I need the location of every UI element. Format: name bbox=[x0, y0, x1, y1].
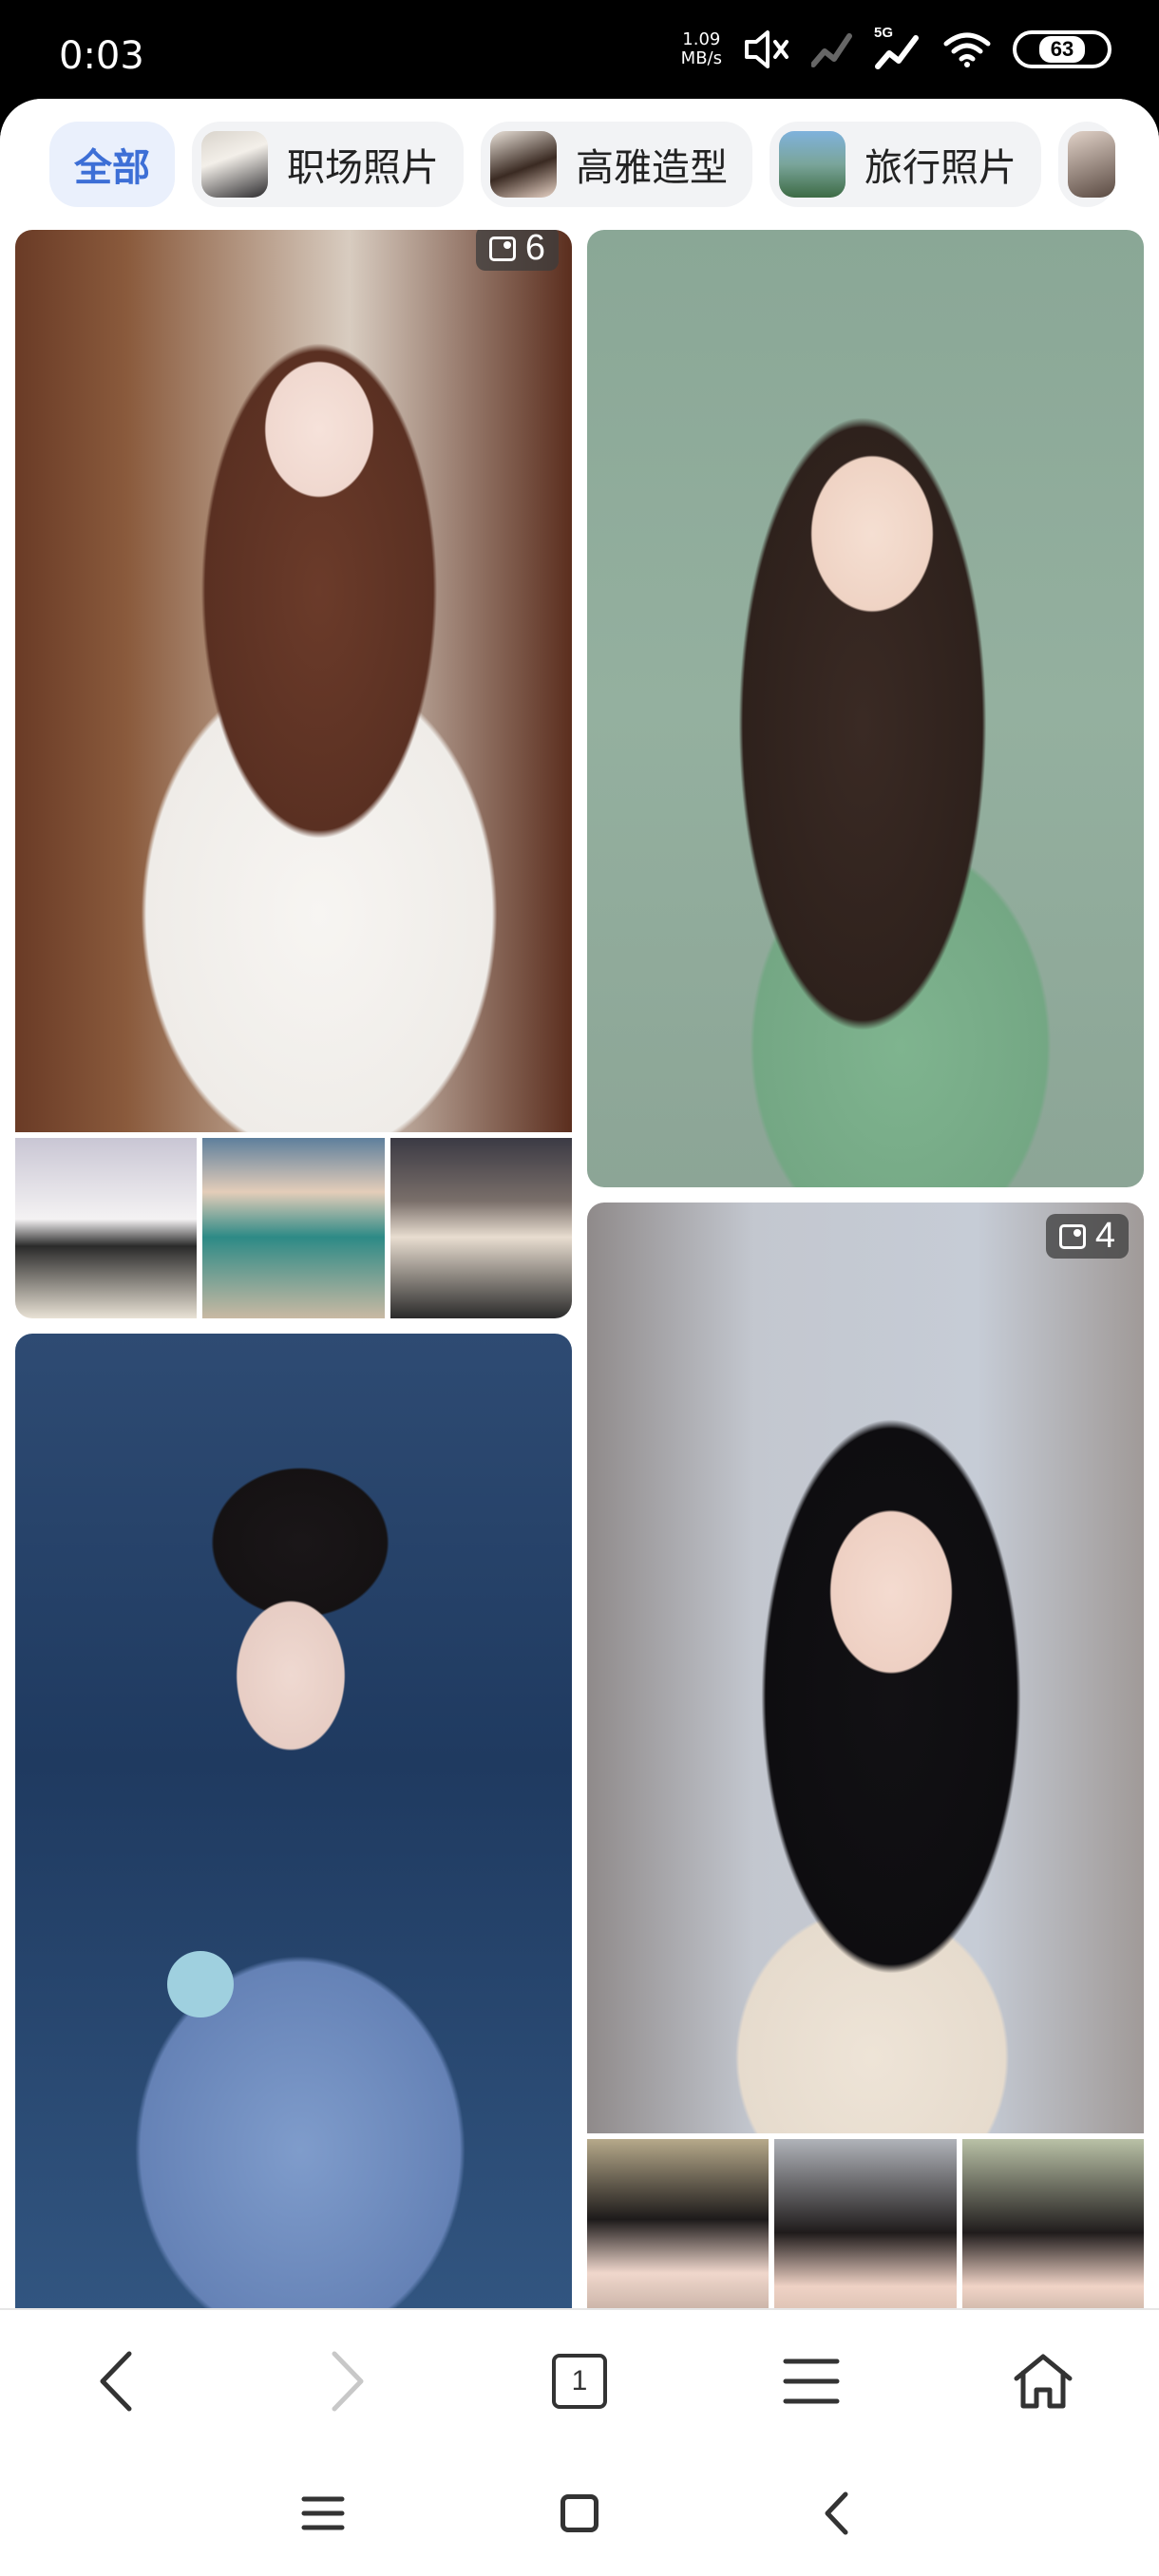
clock: 0:03 bbox=[59, 34, 144, 78]
tab-thumbnail bbox=[1068, 131, 1115, 198]
main-photo[interactable] bbox=[15, 1334, 572, 2407]
status-bar: 0:03 1.09 MB/s 5G 63 bbox=[0, 0, 1159, 104]
tab-thumbnail bbox=[490, 131, 557, 198]
network-speed-unit: MB/s bbox=[680, 48, 722, 68]
chevron-right-icon bbox=[332, 2351, 364, 2412]
menu-button[interactable] bbox=[754, 2324, 868, 2438]
main-photo[interactable] bbox=[587, 230, 1144, 1187]
main-photo[interactable] bbox=[587, 1203, 1144, 2133]
system-back-button[interactable] bbox=[708, 2451, 964, 2576]
tab-thumbnail bbox=[779, 131, 846, 198]
sub-photo[interactable] bbox=[202, 1138, 385, 1318]
status-icons: 1.09 MB/s 5G 63 bbox=[681, 25, 1112, 70]
home-button[interactable] bbox=[986, 2324, 1100, 2438]
page-content: 全部 职场照片 高雅造型 旅行照片 6 4 1 bbox=[0, 99, 1159, 2576]
photo-count-badge: 6 bbox=[475, 230, 559, 271]
photo-count: 4 bbox=[1094, 1216, 1115, 1256]
forward-button[interactable] bbox=[291, 2324, 405, 2438]
sub-photo-row bbox=[15, 1138, 572, 1318]
browser-toolbar: 1 bbox=[0, 2308, 1159, 2453]
flower-decoration bbox=[167, 1951, 234, 2017]
home-icon bbox=[1014, 2354, 1073, 2409]
tab-label: 旅行照片 bbox=[864, 147, 1016, 189]
recent-apps-icon bbox=[301, 2496, 345, 2530]
sub-photo[interactable] bbox=[15, 1138, 198, 1318]
photo-card[interactable]: 4 bbox=[587, 1203, 1144, 2407]
album-icon bbox=[488, 236, 516, 261]
photo-count: 6 bbox=[524, 230, 545, 268]
tab-count-icon: 1 bbox=[552, 2354, 607, 2409]
network-speed-value: 1.09 bbox=[682, 29, 721, 49]
recent-apps-button[interactable] bbox=[195, 2451, 451, 2576]
tabs-button[interactable]: 1 bbox=[522, 2324, 636, 2438]
tab-partial[interactable] bbox=[1058, 122, 1115, 207]
image-feed: 6 4 bbox=[0, 230, 1159, 2407]
photo-count-badge: 4 bbox=[1045, 1214, 1129, 1259]
album-icon bbox=[1058, 1223, 1086, 1249]
system-home-button[interactable] bbox=[451, 2451, 708, 2576]
main-photo[interactable] bbox=[15, 230, 572, 1132]
tab-label: 高雅造型 bbox=[576, 147, 728, 189]
signal-5g-icon: 5G bbox=[874, 25, 922, 70]
tab-travel-photos[interactable]: 旅行照片 bbox=[770, 122, 1041, 207]
photo-card[interactable] bbox=[587, 230, 1144, 1187]
signal-weak-icon bbox=[811, 33, 852, 67]
chevron-left-icon bbox=[100, 2351, 132, 2412]
battery-icon: 63 bbox=[1013, 30, 1112, 68]
tab-label: 职场照片 bbox=[287, 147, 439, 189]
battery-level: 63 bbox=[1038, 36, 1086, 63]
wifi-icon bbox=[943, 32, 991, 67]
category-tabs: 全部 职场照片 高雅造型 旅行照片 bbox=[0, 99, 1159, 230]
mute-icon bbox=[745, 30, 788, 68]
tab-all[interactable]: 全部 bbox=[49, 122, 175, 207]
tab-elegant-style[interactable]: 高雅造型 bbox=[481, 122, 752, 207]
square-icon bbox=[560, 2494, 598, 2532]
back-button[interactable] bbox=[59, 2324, 173, 2438]
photo-card[interactable] bbox=[15, 1334, 572, 2407]
tab-workplace-photos[interactable]: 职场照片 bbox=[192, 122, 464, 207]
tab-label: 全部 bbox=[74, 147, 150, 189]
system-navigation bbox=[0, 2451, 1159, 2576]
sub-photo[interactable] bbox=[390, 1138, 572, 1318]
tab-count: 1 bbox=[571, 2365, 588, 2396]
photo-card[interactable]: 6 bbox=[15, 230, 572, 1318]
menu-icon bbox=[783, 2358, 840, 2404]
tab-thumbnail bbox=[201, 131, 268, 198]
network-speed: 1.09 MB/s bbox=[681, 30, 722, 68]
back-arrow-icon bbox=[825, 2491, 848, 2535]
